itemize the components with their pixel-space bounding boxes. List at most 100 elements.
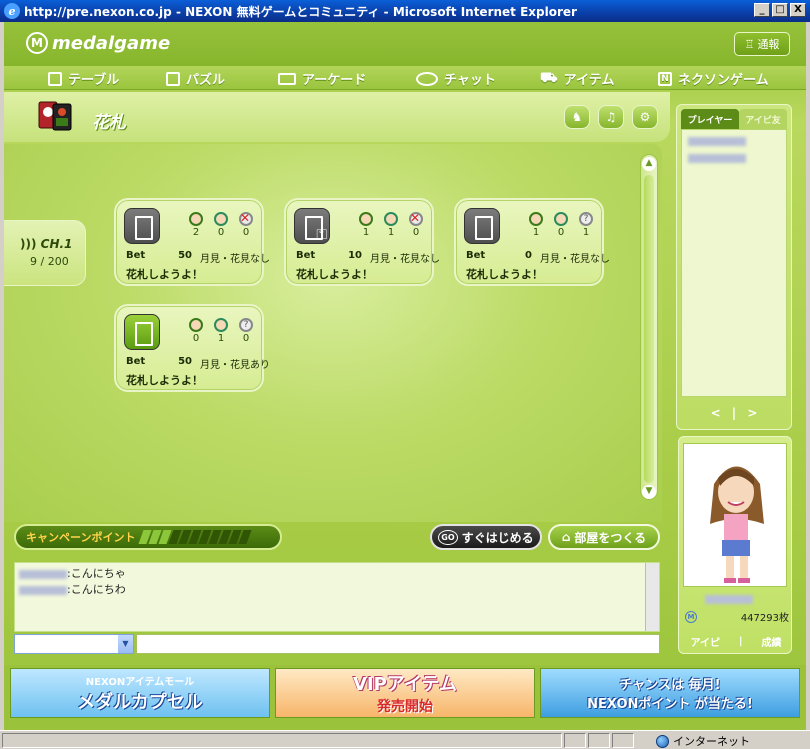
settings-button[interactable]: ⚙ <box>632 105 658 129</box>
medal-icon: M <box>685 610 697 623</box>
player-panel: プレイヤー アイピ友 < | > <box>676 104 792 430</box>
maximize-button[interactable]: □ <box>772 3 788 17</box>
closed-seat-icon <box>409 211 423 226</box>
hanafuda-cards-icon <box>38 101 72 131</box>
menu-nexon-games[interactable]: N ネクソンゲーム <box>658 69 769 88</box>
aipi-link[interactable]: アイピ <box>690 634 720 649</box>
pager-divider: | <box>731 406 737 420</box>
room-card[interactable]: 0 1? 0 Bet 50 月見・花見あり 花札しようよ！ <box>114 304 270 392</box>
chat-username-redacted <box>19 569 67 579</box>
player-list[interactable] <box>681 129 787 397</box>
help-icon: ♞ <box>571 110 583 124</box>
seat: 1 <box>381 212 401 238</box>
main-menu: テーブル パズル アーケード チャット ⛟ アイテム N ネクソンゲーム <box>4 66 806 90</box>
chevron-down-icon[interactable]: ▼ <box>118 635 133 653</box>
player-pager: < | > <box>705 405 763 421</box>
channel-tab[interactable]: ))) CH.1 9 / 200 <box>4 220 86 286</box>
help-button[interactable]: ♞ <box>564 105 590 129</box>
avatar <box>683 443 787 587</box>
seat: ? 0 <box>236 318 256 344</box>
close-button[interactable]: X <box>790 3 806 17</box>
security-zone: インターネット <box>656 733 750 749</box>
menu-puzzle[interactable]: パズル <box>166 69 225 88</box>
player-name-redacted[interactable] <box>688 154 746 163</box>
banner-nexon-points[interactable]: チャンスは 毎月! NEXONポイント が当たる! <box>540 668 800 718</box>
door-icon <box>124 208 160 244</box>
medalgame-logo[interactable]: M medalgame <box>26 32 170 54</box>
seat: 0 <box>186 318 206 344</box>
create-room-button[interactable]: ⌂ 部屋をつくる <box>548 524 660 550</box>
player-name-redacted[interactable] <box>688 137 746 146</box>
room-card[interactable]: 1 0? 1 Bet 0 月見・花見なし 花札しようよ！ <box>454 198 610 286</box>
room-card[interactable]: 110 Bet 10 月見・花見なし 花札しようよ！ <box>284 198 440 286</box>
menu-label: アイテム <box>563 73 615 88</box>
room-rule: 月見・花見なし <box>540 254 610 265</box>
next-page-icon[interactable]: > <box>747 406 757 420</box>
puzzle-icon <box>166 71 180 86</box>
menu-label: パズル <box>186 73 226 88</box>
tab-friends[interactable]: アイピ友 <box>739 109 787 129</box>
chat-scrollbar[interactable] <box>645 563 659 631</box>
menu-arcade[interactable]: アーケード <box>278 69 366 88</box>
scroll-thumb[interactable] <box>644 175 654 483</box>
sound-icon: ♫ <box>605 110 617 124</box>
room-rule: 月見・花見あり <box>200 360 270 371</box>
menu-label: チャット <box>444 73 496 88</box>
room-header: 花札 ♞ ♫ ⚙ <box>4 92 670 142</box>
cart-icon: ⛟ <box>540 69 558 86</box>
player-face-icon <box>359 212 373 226</box>
tab-players[interactable]: プレイヤー <box>681 109 739 129</box>
campaign-label: キャンペーンポイント <box>26 531 136 544</box>
record-link[interactable]: 成績 <box>762 634 782 649</box>
bell-icon: ♖ <box>744 37 755 51</box>
door-icon <box>124 314 160 350</box>
banner-medal-capsule[interactable]: NEXONアイテムモール メダルカプセル <box>10 668 270 718</box>
table-icon <box>48 71 62 86</box>
chat-input[interactable] <box>136 634 660 654</box>
window-titlebar: e http://pre.nexon.co.jp - NEXON 無料ゲームとコ… <box>0 0 810 22</box>
menu-table[interactable]: テーブル <box>48 69 119 88</box>
chat-message: :こんにちわ <box>19 581 655 597</box>
banner-strip: NEXONアイテムモール メダルカプセル VIPアイテム 発売開始 チャンスは … <box>4 665 806 730</box>
logo-text: medalgame <box>52 32 171 54</box>
room-list-area: ))) CH.1 9 / 200 200 Bet 50 月見・花見なし 花札しよ… <box>4 144 662 522</box>
settings-icon: ⚙ <box>639 110 651 124</box>
signal-icon: ))) <box>20 237 41 251</box>
report-button[interactable]: ♖ 通報 <box>734 32 790 56</box>
chat-target-select[interactable]: ▼ <box>14 634 134 654</box>
seat: 0 <box>211 212 231 238</box>
scroll-up-arrow-icon[interactable]: ▲ <box>642 157 656 171</box>
quick-start-button[interactable]: GO すぐはじめる <box>430 524 542 550</box>
ie-icon: e <box>4 3 20 19</box>
sound-button[interactable]: ♫ <box>598 105 624 129</box>
chat-username-redacted <box>19 585 67 595</box>
door-icon <box>464 208 500 244</box>
player-face-icon <box>554 212 568 226</box>
seat: ? 1 <box>576 212 596 238</box>
menu-item-shop[interactable]: ⛟ アイテム <box>540 69 615 89</box>
scroll-down-arrow-icon[interactable]: ▼ <box>642 485 656 499</box>
window-title: http://pre.nexon.co.jp - NEXON 無料ゲームとコミュ… <box>24 4 577 19</box>
quick-start-label: すぐはじめる <box>461 530 534 545</box>
chat-log[interactable]: :こんにちゃ :こんにちわ <box>14 562 660 632</box>
room-card[interactable]: 200 Bet 50 月見・花見なし 花札しようよ！ <box>114 198 270 286</box>
avatar-image <box>710 466 764 583</box>
medalgame-app: M medalgame ♖ 通報 テーブル パズル アーケード チャット ⛟ ア… <box>4 22 806 730</box>
prev-page-icon[interactable]: < <box>711 406 721 420</box>
bet-label: Bet <box>296 250 316 261</box>
seat: 0 <box>551 212 571 238</box>
player-face-icon <box>529 212 543 226</box>
room-rule: 月見・花見なし <box>200 254 270 265</box>
unknown-seat-icon: ? <box>239 318 253 332</box>
menu-chat[interactable]: チャット <box>416 69 496 88</box>
bet-label: Bet <box>126 250 146 261</box>
channel-label: ))) CH.1 <box>20 237 73 251</box>
banner-main: NEXONポイント が当たる! <box>587 697 753 712</box>
bet-value: 0 <box>525 250 532 261</box>
room-list-scrollbar[interactable]: ▲ ▼ <box>640 154 658 500</box>
banner-vip-item[interactable]: VIPアイテム 発売開始 <box>275 668 535 718</box>
room-seats: 110 <box>356 211 426 238</box>
window-controls: _ □ X <box>754 3 806 17</box>
go-icon: GO <box>438 529 458 545</box>
minimize-button[interactable]: _ <box>754 3 770 17</box>
